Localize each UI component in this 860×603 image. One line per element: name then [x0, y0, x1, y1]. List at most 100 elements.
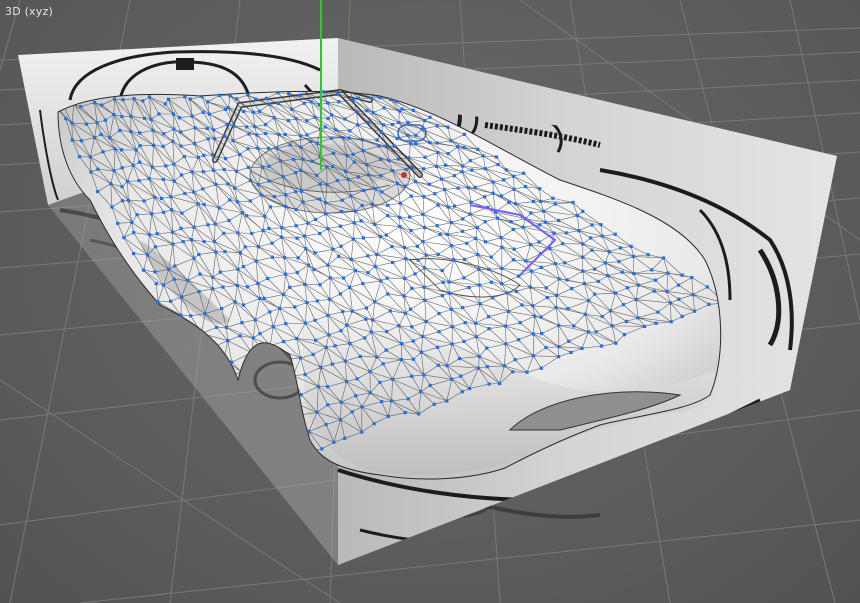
mesh-vertex[interactable]: [110, 205, 114, 209]
mesh-vertex[interactable]: [646, 253, 650, 257]
mesh-vertex[interactable]: [582, 281, 586, 286]
mesh-vertex[interactable]: [351, 98, 355, 102]
mesh-vertex[interactable]: [386, 213, 390, 218]
mesh-vertex[interactable]: [436, 150, 440, 155]
mesh-vertex[interactable]: [438, 232, 442, 237]
mesh-vertex[interactable]: [366, 271, 370, 275]
mesh-vertex[interactable]: [406, 133, 410, 137]
mesh-vertex[interactable]: [504, 342, 508, 346]
mesh-vertex[interactable]: [469, 200, 473, 204]
mesh-vertex[interactable]: [512, 174, 516, 178]
mesh-vertex[interactable]: [79, 139, 84, 143]
mesh-vertex[interactable]: [298, 356, 303, 360]
mesh-vertex[interactable]: [313, 338, 318, 342]
mesh-vertex[interactable]: [668, 301, 673, 305]
mesh-vertex[interactable]: [251, 336, 255, 340]
mesh-vertex[interactable]: [339, 209, 344, 214]
mesh-vertex[interactable]: [206, 137, 210, 141]
mesh-vertex[interactable]: [496, 216, 500, 220]
mesh-vertex[interactable]: [631, 254, 636, 259]
mesh-vertex[interactable]: [517, 338, 521, 342]
mesh-vertex[interactable]: [489, 255, 493, 259]
mesh-vertex[interactable]: [179, 144, 183, 148]
mesh-vertex[interactable]: [557, 218, 561, 223]
mesh-vertex[interactable]: [151, 128, 155, 132]
mesh-vertex[interactable]: [523, 185, 528, 189]
mesh-vertex[interactable]: [324, 345, 328, 349]
mesh-vertex[interactable]: [373, 300, 377, 304]
mesh-vertex[interactable]: [552, 231, 556, 235]
mesh-vertex[interactable]: [233, 300, 237, 304]
3d-viewport[interactable]: 3D (xyz): [0, 0, 860, 603]
mesh-vertex[interactable]: [295, 337, 299, 341]
mesh-vertex[interactable]: [96, 189, 100, 194]
mesh-vertex[interactable]: [530, 269, 534, 273]
mesh-vertex[interactable]: [70, 121, 74, 125]
mesh-vertex[interactable]: [155, 232, 159, 236]
mesh-vertex[interactable]: [692, 309, 697, 313]
mesh-vertex[interactable]: [326, 313, 330, 317]
mesh-vertex[interactable]: [373, 264, 377, 269]
mesh-vertex[interactable]: [280, 235, 284, 239]
mesh-vertex[interactable]: [422, 195, 426, 199]
mesh-vertex[interactable]: [618, 246, 623, 250]
mesh-vertex[interactable]: [190, 114, 194, 118]
mesh-vertex[interactable]: [476, 147, 480, 151]
mesh-vertex[interactable]: [290, 107, 294, 111]
mesh-vertex[interactable]: [360, 405, 364, 409]
mesh-vertex[interactable]: [537, 240, 541, 244]
mesh-vertex[interactable]: [205, 126, 209, 131]
mesh-vertex[interactable]: [557, 345, 561, 349]
mesh-vertex[interactable]: [445, 232, 449, 237]
mesh-vertex[interactable]: [539, 199, 543, 204]
mesh-vertex[interactable]: [428, 115, 432, 119]
mesh-vertex[interactable]: [162, 132, 166, 136]
mesh-vertex[interactable]: [254, 259, 258, 263]
mesh-vertex[interactable]: [388, 97, 392, 102]
mesh-vertex[interactable]: [409, 142, 413, 146]
mesh-vertex[interactable]: [360, 430, 364, 434]
mesh-vertex[interactable]: [202, 153, 206, 157]
mesh-vertex[interactable]: [305, 119, 309, 123]
mesh-vertex[interactable]: [231, 139, 235, 143]
mesh-vertex[interactable]: [420, 334, 425, 339]
mesh-vertex[interactable]: [161, 177, 165, 181]
mesh-vertex[interactable]: [344, 169, 348, 174]
mesh-vertex[interactable]: [179, 295, 184, 299]
mesh-vertex[interactable]: [201, 110, 205, 114]
mesh-vertex[interactable]: [189, 314, 193, 318]
mesh-vertex[interactable]: [570, 286, 574, 291]
mesh-vertex[interactable]: [614, 341, 618, 345]
mesh-vertex[interactable]: [347, 136, 351, 140]
mesh-vertex[interactable]: [172, 277, 176, 281]
mesh-vertex[interactable]: [203, 312, 207, 316]
mesh-vertex[interactable]: [392, 144, 396, 148]
mesh-vertex[interactable]: [617, 259, 621, 264]
mesh-vertex[interactable]: [179, 226, 183, 231]
mesh-vertex[interactable]: [462, 257, 467, 261]
mesh-vertex[interactable]: [440, 268, 444, 273]
mesh-vertex[interactable]: [112, 169, 116, 173]
mesh-vertex[interactable]: [581, 255, 585, 259]
mesh-vertex[interactable]: [192, 190, 196, 194]
mesh-vertex[interactable]: [270, 241, 274, 245]
mesh-vertex[interactable]: [371, 111, 375, 115]
mesh-vertex[interactable]: [309, 100, 313, 104]
mesh-vertex[interactable]: [159, 196, 164, 201]
mesh-vertex[interactable]: [531, 354, 536, 358]
mesh-vertex[interactable]: [680, 273, 684, 277]
mesh-vertex[interactable]: [232, 124, 236, 128]
mesh-vertex[interactable]: [654, 321, 658, 325]
mesh-vertex[interactable]: [315, 410, 319, 414]
mesh-vertex[interactable]: [403, 311, 408, 315]
mesh-vertex[interactable]: [593, 267, 597, 271]
mesh-vertex[interactable]: [483, 240, 488, 244]
mesh-vertex[interactable]: [299, 145, 303, 149]
mesh-vertex[interactable]: [396, 157, 400, 161]
mesh-vertex[interactable]: [474, 321, 478, 325]
mesh-vertex[interactable]: [690, 275, 694, 280]
mesh-vertex[interactable]: [460, 229, 465, 233]
mesh-vertex[interactable]: [96, 167, 100, 171]
mesh-vertex[interactable]: [427, 182, 431, 186]
mesh-vertex[interactable]: [179, 173, 184, 177]
